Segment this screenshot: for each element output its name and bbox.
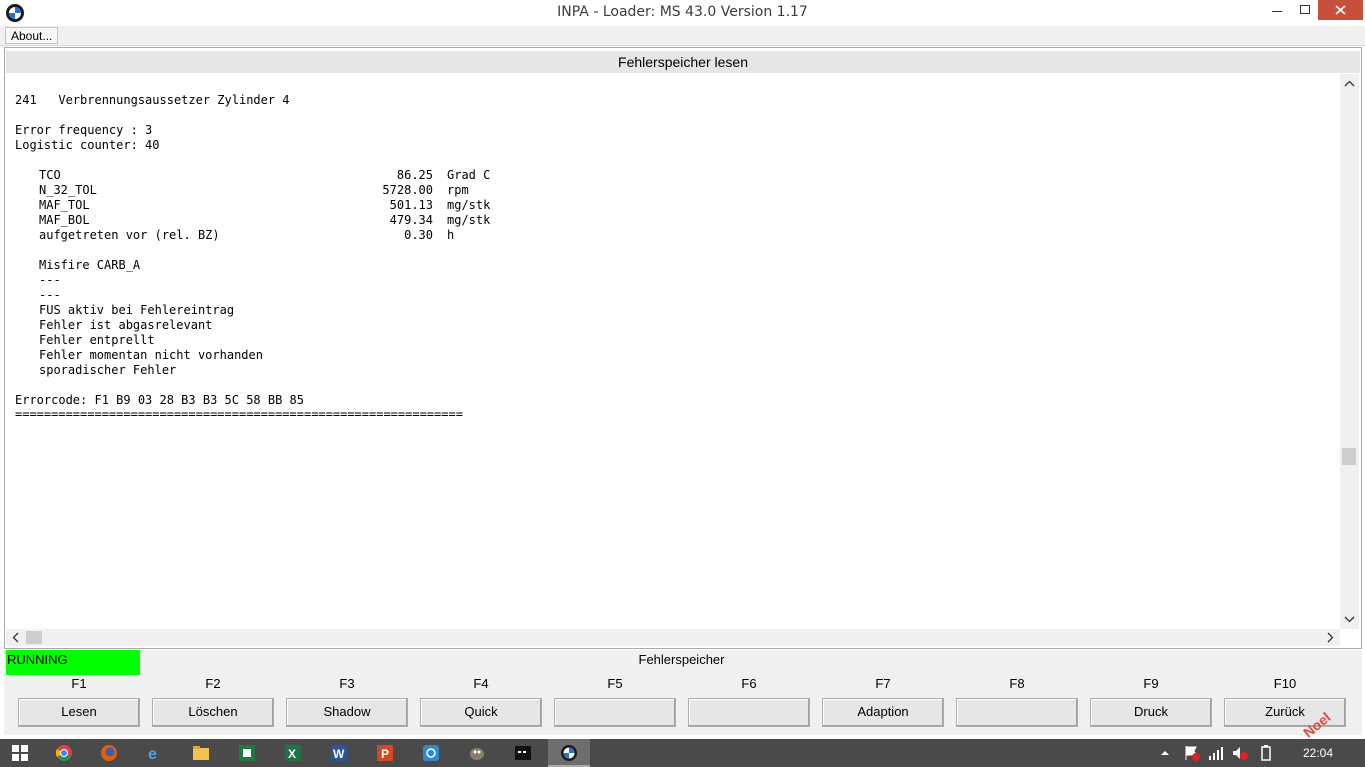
app-blue-icon[interactable] xyxy=(422,744,440,762)
fkey-label-f8: F8 xyxy=(1009,676,1025,691)
lesen-button[interactable]: Lesen xyxy=(18,698,140,727)
internet-explorer-icon[interactable]: e xyxy=(146,744,164,762)
fkey-label-f5: F5 xyxy=(607,676,623,691)
errorcode-line: Errorcode: F1 B9 03 28 B3 B3 5C 58 BB 85 xyxy=(15,393,304,407)
detail-line: Misfire CARB_A xyxy=(39,258,141,272)
logistic-counter: Logistic counter: 40 xyxy=(15,138,160,152)
scroll-left-icon[interactable] xyxy=(8,629,24,646)
param-value: 0.30 xyxy=(404,228,433,242)
scroll-right-icon[interactable] xyxy=(1322,629,1338,646)
firefox-icon[interactable] xyxy=(100,744,118,762)
f8-button[interactable] xyxy=(956,698,1078,727)
fkey-label-f1: F1 xyxy=(71,676,87,691)
volume-muted-icon[interactable] xyxy=(1231,744,1249,762)
druck-button[interactable]: Druck xyxy=(1090,698,1212,727)
param-unit: mg/stk xyxy=(447,213,491,227)
param-name: MAF_BOL xyxy=(39,213,90,227)
error-code-line: 241 Verbrennungsaussetzer Zylinder 4 xyxy=(15,93,290,107)
flag-icon[interactable] xyxy=(1183,744,1201,762)
detail-line: --- xyxy=(39,273,61,287)
bmw-inpa-icon[interactable] xyxy=(560,744,578,762)
horizontal-scrollbar[interactable] xyxy=(6,629,1340,646)
screen-title: Fehlerspeicher lesen xyxy=(6,51,1360,73)
fkey-label-f4: F4 xyxy=(473,676,489,691)
fkey-label-f10: F10 xyxy=(1273,676,1297,691)
taskbar-active-app[interactable] xyxy=(548,739,590,767)
scroll-up-icon[interactable] xyxy=(1340,76,1359,92)
windows-start-icon[interactable] xyxy=(11,744,29,762)
powerpoint-icon[interactable]: P xyxy=(376,744,394,762)
param-name: MAF_TOL xyxy=(39,198,90,212)
window-title: INPA - Loader: MS 43.0 Version 1.17 xyxy=(557,4,808,20)
param-value: 5728.00 xyxy=(382,183,433,197)
title-bar: INPA - Loader: MS 43.0 Version 1.17 xyxy=(0,0,1365,26)
detail-line: Fehler entprellt xyxy=(39,333,155,347)
menu-about[interactable]: About... xyxy=(5,27,59,44)
detail-line: FUS aktiv bei Fehlereintrag xyxy=(39,303,235,317)
adaption-button[interactable]: Adaption xyxy=(822,698,944,727)
detail-line: Fehler momentan nicht vorhanden xyxy=(39,348,263,362)
fkey-label-f7: F7 xyxy=(875,676,891,691)
param-value: 479.34 xyxy=(389,213,433,227)
error-frequency: Error frequency : 3 xyxy=(15,123,153,137)
shadow-button[interactable]: Shadow xyxy=(286,698,408,727)
loeschen-button[interactable]: Löschen xyxy=(152,698,274,727)
vertical-scroll-thumb[interactable] xyxy=(1342,448,1356,465)
quick-button[interactable]: Quick xyxy=(420,698,542,727)
svg-text:e: e xyxy=(148,746,157,762)
detail-line: Fehler ist abgasrelevant xyxy=(39,318,213,332)
word-icon[interactable]: W xyxy=(330,744,348,762)
param-unit: Grad C xyxy=(447,168,491,182)
tray-chevron-icon[interactable] xyxy=(1158,744,1172,762)
param-name: N_32_TOL xyxy=(39,183,97,197)
vertical-scrollbar[interactable] xyxy=(1340,74,1359,629)
param-unit: mg/stk xyxy=(447,198,491,212)
status-running-badge: RUNNING xyxy=(6,650,140,675)
f6-button[interactable] xyxy=(688,698,810,727)
terminal-icon[interactable] xyxy=(514,744,532,762)
fkey-label-f3: F3 xyxy=(339,676,355,691)
status-label: Fehlerspeicher xyxy=(638,652,725,667)
minimize-icon[interactable] xyxy=(1263,0,1291,22)
excel-icon[interactable]: X xyxy=(284,744,302,762)
battery-icon[interactable] xyxy=(1257,744,1275,762)
svg-text:X: X xyxy=(288,747,296,761)
fkey-label-f2: F2 xyxy=(205,676,221,691)
param-name: aufgetreten vor (rel. BZ) xyxy=(39,228,220,242)
param-unit: rpm xyxy=(447,183,469,197)
horizontal-scroll-thumb[interactable] xyxy=(26,631,42,644)
detail-line: --- xyxy=(39,288,61,302)
file-explorer-icon[interactable] xyxy=(192,744,210,762)
param-value: 501.13 xyxy=(389,198,433,212)
fkey-label-f6: F6 xyxy=(741,676,757,691)
fkey-label-f9: F9 xyxy=(1143,676,1159,691)
param-value: 86.25 xyxy=(396,168,433,182)
svg-text:W: W xyxy=(333,747,345,761)
detail-line: sporadischer Fehler xyxy=(39,363,177,377)
tray-clock[interactable]: 22:04 xyxy=(1298,746,1338,760)
param-name: TCO xyxy=(39,168,61,182)
excel-green-icon[interactable] xyxy=(238,744,256,762)
scroll-down-icon[interactable] xyxy=(1340,611,1359,627)
maximize-icon[interactable] xyxy=(1291,0,1319,22)
gimp-icon[interactable] xyxy=(468,744,486,762)
error-details-panel: 241 Verbrennungsaussetzer Zylinder 4 Err… xyxy=(15,93,1333,628)
separator-line: ========================================… xyxy=(15,407,463,421)
close-icon[interactable] xyxy=(1318,0,1363,20)
svg-text:P: P xyxy=(381,747,389,761)
param-unit: h xyxy=(447,228,455,242)
menu-bar: About... xyxy=(0,26,1365,46)
network-icon[interactable] xyxy=(1207,744,1225,762)
chrome-icon[interactable] xyxy=(55,744,73,762)
f5-button[interactable] xyxy=(554,698,676,727)
